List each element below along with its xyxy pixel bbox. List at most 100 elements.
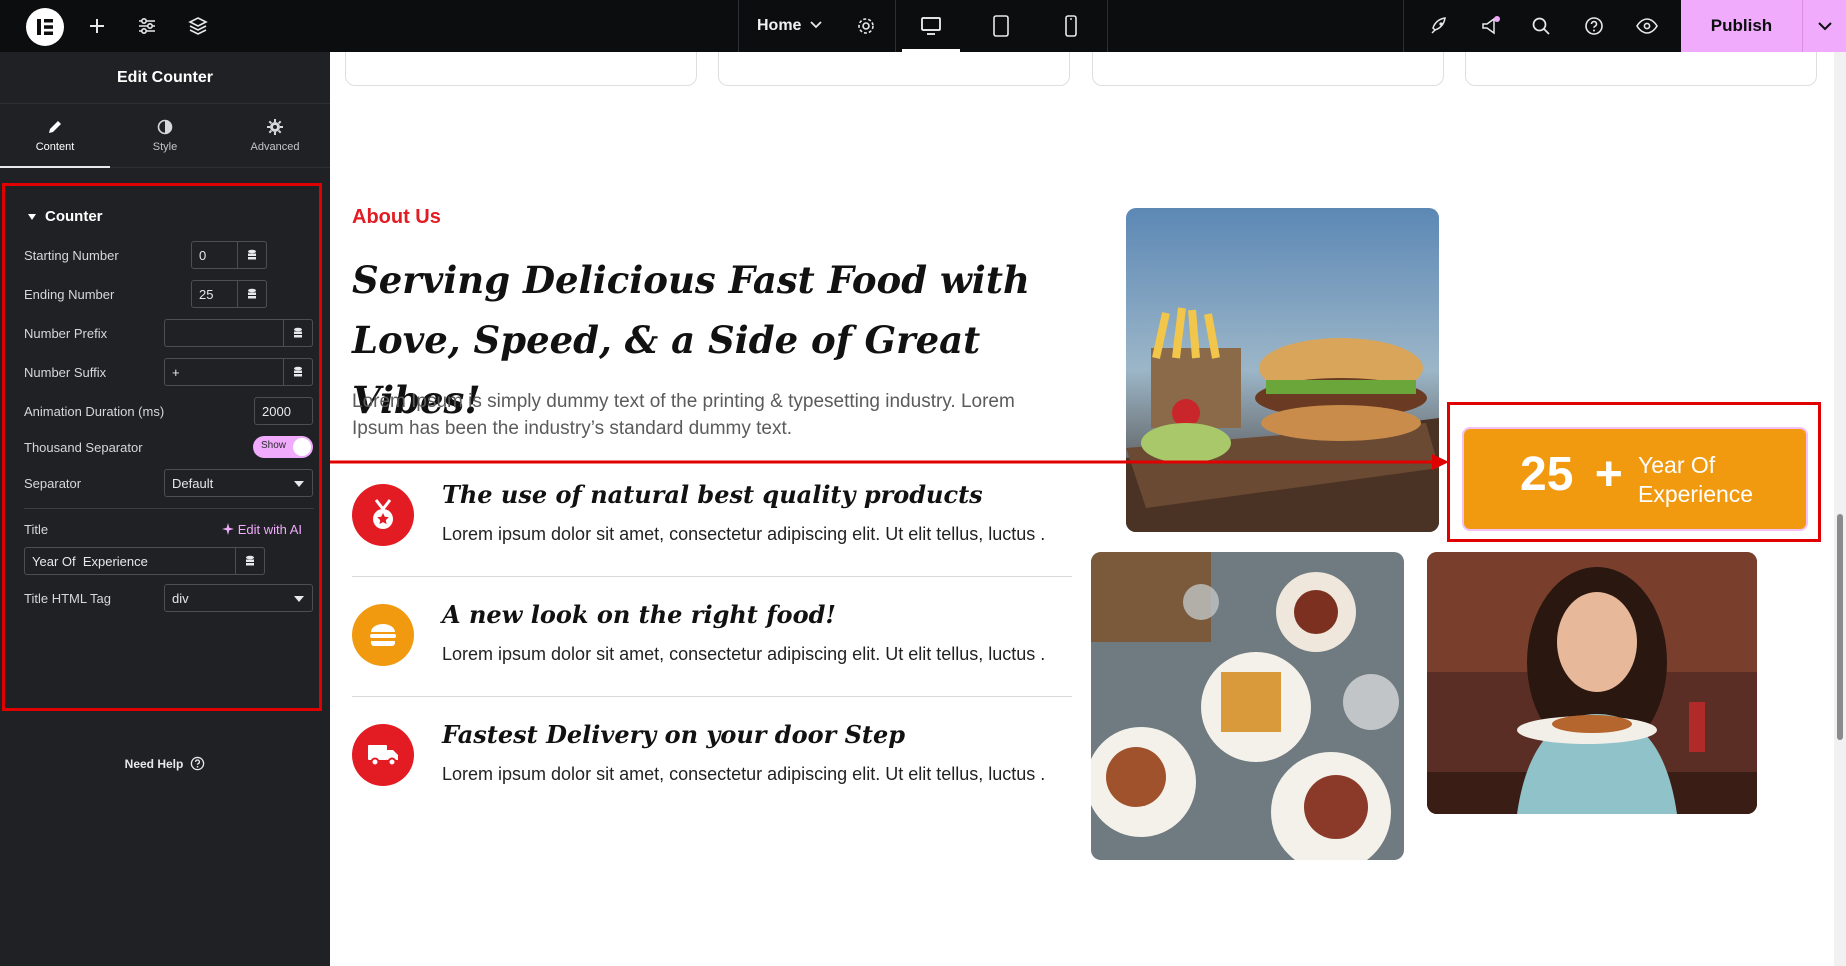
title-value: Year Of Experience <box>32 553 148 569</box>
control-ending-number: Ending Number 25 <box>24 279 314 309</box>
starting-number-input[interactable]: 0 <box>191 241 267 269</box>
control-title-html-tag: Title HTML Tag div <box>24 583 314 613</box>
canvas-scrollbar[interactable] <box>1834 52 1846 966</box>
publish-button[interactable]: Publish <box>1681 0 1802 52</box>
title-input[interactable]: Year Of Experience <box>24 547 265 575</box>
counter-suffix: + <box>1594 448 1623 501</box>
title-html-tag-select[interactable]: div <box>164 584 313 612</box>
control-number-suffix: Number Suffix + <box>24 357 314 387</box>
top-bar: Home Publish <box>0 0 1846 52</box>
dynamic-tags-icon[interactable] <box>237 280 267 308</box>
separator-select[interactable]: Default <box>164 469 313 497</box>
panel-title: Edit Counter <box>0 52 330 104</box>
divider <box>24 508 314 509</box>
number-suffix-label: Number Suffix <box>24 364 107 380</box>
control-starting-number: Starting Number 0 <box>24 240 314 270</box>
scrollbar-thumb[interactable] <box>1837 514 1843 740</box>
card <box>718 52 1070 86</box>
search-icon[interactable] <box>1526 0 1556 52</box>
number-prefix-label: Number Prefix <box>24 325 108 341</box>
caret-down-icon <box>294 596 304 602</box>
animation-duration-input[interactable]: 2000 <box>254 397 313 425</box>
burger-photo <box>1126 208 1439 532</box>
woman-photo <box>1427 552 1757 814</box>
elementor-logo-icon[interactable] <box>26 8 64 46</box>
sparkle-icon <box>221 523 234 535</box>
tab-style[interactable]: Style <box>110 104 220 167</box>
caret-down-icon <box>294 481 304 487</box>
preview-canvas: About Us Serving Delicious Fast Food wit… <box>330 52 1846 966</box>
mobile-icon[interactable] <box>1036 0 1106 52</box>
edit-with-ai-label: Edit with AI <box>237 521 302 537</box>
card <box>345 52 697 86</box>
tablet-icon[interactable] <box>966 0 1036 52</box>
section-eyebrow: About Us <box>352 206 441 228</box>
starting-number-label: Starting Number <box>24 247 119 263</box>
page-selector[interactable]: Home <box>757 0 823 52</box>
pencil-icon <box>49 120 61 133</box>
page-controls: Home <box>738 0 1108 52</box>
control-number-prefix: Number Prefix <box>24 318 314 348</box>
feature-text: Lorem ipsum dolor sit amet, consectetur … <box>442 764 1046 784</box>
publish-options-button[interactable] <box>1802 0 1846 52</box>
number-suffix-input[interactable]: + <box>164 358 313 386</box>
need-help-link[interactable]: Need Help <box>0 756 330 771</box>
caret-down-icon <box>28 213 36 220</box>
dynamic-tags-icon[interactable] <box>283 358 313 386</box>
tab-content[interactable]: Content <box>0 104 110 168</box>
title-html-tag-value: div <box>172 590 189 606</box>
contrast-icon <box>157 119 173 134</box>
desktop-icon[interactable] <box>896 0 966 52</box>
eye-icon[interactable] <box>1632 0 1662 52</box>
card <box>1465 52 1817 86</box>
chevron-down-icon <box>1817 22 1832 31</box>
feature-title: Fastest Delivery on your door Step <box>442 720 906 749</box>
toggle-label: Show <box>261 440 287 451</box>
dynamic-tags-icon[interactable] <box>237 241 267 269</box>
megaphone-icon[interactable] <box>1475 0 1505 52</box>
highlight-arrow <box>330 454 1449 470</box>
settings-sliders-icon[interactable] <box>132 0 162 52</box>
separator-label: Separator <box>24 475 82 491</box>
rocket-icon[interactable] <box>1424 0 1454 52</box>
title-html-tag-label: Title HTML Tag <box>24 590 111 606</box>
truck-icon <box>352 724 414 786</box>
right-tools <box>1403 0 1681 52</box>
section-intro: Lorem Ipsum is simply dummy text of the … <box>352 391 1015 439</box>
tab-advanced[interactable]: Advanced <box>220 104 330 167</box>
tab-label: Style <box>152 140 178 153</box>
feature-title: A new look on the right food! <box>442 600 836 629</box>
card <box>1092 52 1444 86</box>
chevron-down-icon <box>809 17 823 35</box>
tab-label: Advanced <box>250 140 300 153</box>
page-name: Home <box>757 17 802 34</box>
add-icon[interactable] <box>82 0 112 52</box>
animation-duration-label: Animation Duration (ms) <box>24 403 165 419</box>
panel-tabs: Content Style Advanced <box>0 104 330 168</box>
dynamic-tags-icon[interactable] <box>283 319 313 347</box>
control-separator: Separator Default <box>24 468 314 498</box>
thousand-separator-toggle[interactable]: Show <box>253 436 313 458</box>
gear-icon[interactable] <box>851 0 881 52</box>
section-counter-toggle[interactable]: Counter <box>27 208 103 225</box>
separator-value: Default <box>172 475 214 491</box>
starting-number-value: 0 <box>199 247 207 263</box>
counter-widget-highlight: 25 + Year Of Experience <box>1447 402 1821 542</box>
counter-widget[interactable]: 25 + Year Of Experience <box>1462 427 1808 531</box>
dynamic-tags-icon[interactable] <box>235 547 265 575</box>
help-icon[interactable] <box>1579 0 1609 52</box>
table-food-photo <box>1091 552 1404 860</box>
toggle-knob <box>293 438 311 456</box>
layers-icon[interactable] <box>183 0 213 52</box>
number-suffix-value: + <box>172 364 180 380</box>
feature-text: Lorem ipsum dolor sit amet, consectetur … <box>442 524 1046 544</box>
number-prefix-input[interactable] <box>164 319 313 347</box>
tab-label: Content <box>35 140 75 153</box>
help-icon <box>191 756 205 771</box>
control-title-label-row: Title Edit with AI <box>24 514 314 544</box>
edit-with-ai-link[interactable]: Edit with AI <box>221 521 302 537</box>
control-animation-duration: Animation Duration (ms) 2000 <box>24 396 314 426</box>
counter-value: 25 <box>1520 448 1574 501</box>
title-label: Title <box>24 521 49 537</box>
ending-number-input[interactable]: 25 <box>191 280 267 308</box>
